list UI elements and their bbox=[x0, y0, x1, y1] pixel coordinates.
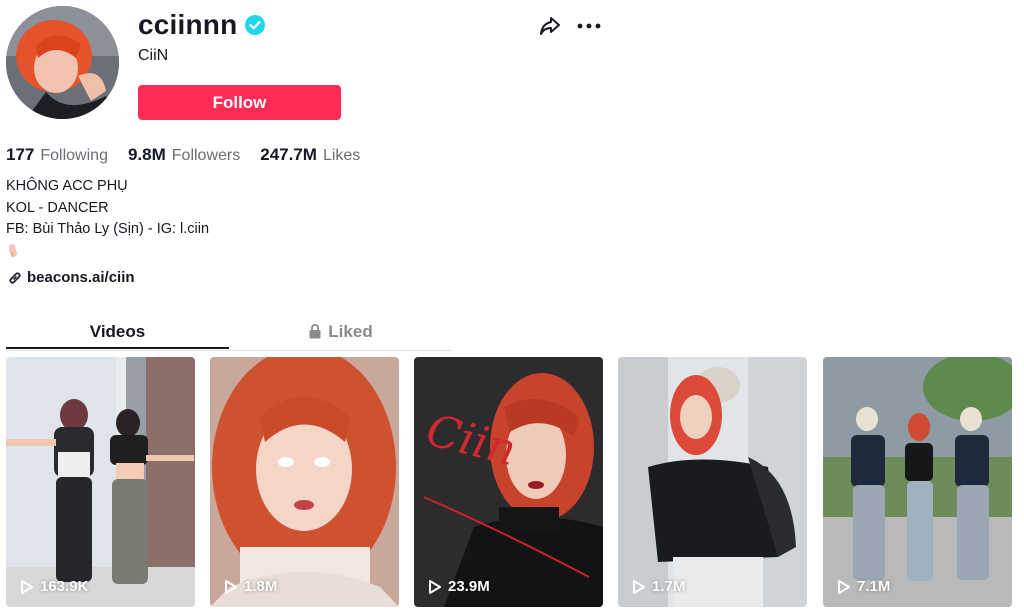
play-icon bbox=[225, 579, 237, 594]
stat-label: Followers bbox=[171, 147, 241, 164]
bio-line: KOL - DANCER bbox=[6, 199, 109, 216]
video-card[interactable]: 7.1M bbox=[823, 357, 1012, 607]
tab-label: Videos bbox=[89, 321, 146, 341]
tab-videos[interactable]: Videos bbox=[6, 314, 229, 349]
stat-followers[interactable]: 9.8M Followers bbox=[128, 145, 240, 165]
view-count-text: 7.1M bbox=[857, 578, 891, 595]
pointing-down-hand-icon bbox=[9, 244, 17, 257]
username: cciinnn bbox=[138, 9, 238, 40]
profile-tabs: Videos Liked bbox=[6, 314, 452, 351]
view-count: 7.1M bbox=[837, 578, 890, 595]
stat-label: Likes bbox=[322, 147, 361, 164]
nickname: CiiN bbox=[138, 47, 169, 64]
avatar[interactable] bbox=[6, 6, 119, 119]
play-icon bbox=[838, 579, 850, 594]
view-count: 163.9K bbox=[20, 578, 88, 595]
stat-following[interactable]: 177 Following bbox=[6, 145, 108, 165]
play-icon bbox=[633, 579, 645, 594]
video-thumbnail bbox=[618, 357, 807, 607]
view-count: 23.9M bbox=[428, 578, 490, 595]
video-card[interactable]: Ciin 23.9M bbox=[414, 357, 603, 607]
overlay-stroke bbox=[423, 496, 590, 578]
video-grid: 163.9K 1.8M Ciin 23.9M 1.7M 7.1M bbox=[6, 357, 1016, 607]
view-count-text: 1.7M bbox=[652, 578, 686, 595]
play-icon bbox=[429, 579, 441, 594]
link-text: beacons.ai/ciin bbox=[27, 269, 135, 286]
stat-value: 177 bbox=[6, 145, 35, 164]
video-card[interactable]: 1.8M bbox=[210, 357, 399, 607]
link-icon bbox=[9, 271, 21, 284]
bio-line: FB: Bùi Thảo Ly (Sịn) - IG: l.ciin bbox=[6, 221, 210, 237]
view-count: 1.7M bbox=[632, 578, 685, 595]
view-count-text: 23.9M bbox=[448, 578, 490, 595]
stat-likes: 247.7M Likes bbox=[260, 145, 360, 165]
bio: KHÔNG ACC PHỤ KOL - DANCER FB: Bùi Thảo … bbox=[6, 176, 209, 265]
view-count-text: 1.8M bbox=[244, 578, 278, 595]
view-count-text: 163.9K bbox=[40, 578, 89, 595]
lock-icon bbox=[309, 324, 321, 339]
stat-label: Following bbox=[40, 147, 108, 164]
profile-stats: 177 Following 9.8M Followers 247.7M Likes bbox=[6, 145, 360, 165]
video-thumbnail bbox=[823, 357, 1012, 607]
stat-value: 9.8M bbox=[127, 145, 166, 164]
view-count: 1.8M bbox=[224, 578, 277, 595]
video-card[interactable]: 1.7M bbox=[618, 357, 807, 607]
tab-liked[interactable]: Liked bbox=[229, 314, 452, 349]
bio-link[interactable]: beacons.ai/ciin bbox=[8, 269, 135, 286]
stat-value: 247.7M bbox=[260, 145, 317, 164]
video-thumbnail bbox=[6, 357, 195, 607]
video-thumbnail bbox=[210, 357, 399, 607]
bio-line: KHÔNG ACC PHỤ bbox=[6, 178, 128, 194]
follow-button[interactable]: Follow bbox=[138, 85, 341, 120]
verified-badge-icon bbox=[245, 15, 266, 35]
active-tab-indicator bbox=[6, 347, 229, 349]
play-icon bbox=[21, 579, 33, 594]
video-card[interactable]: 163.9K bbox=[6, 357, 195, 607]
share-icon[interactable] bbox=[538, 14, 562, 38]
tab-label: Liked bbox=[328, 321, 373, 341]
more-options-icon[interactable] bbox=[576, 16, 602, 36]
